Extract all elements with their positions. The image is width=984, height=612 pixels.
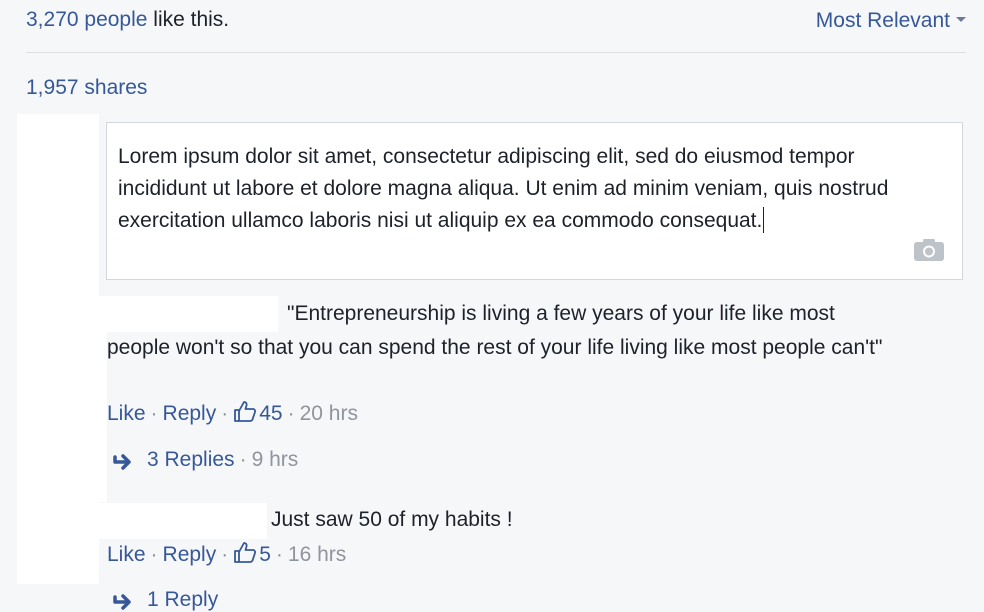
reply-link[interactable]: Reply [163, 402, 217, 425]
comment-text: Just saw 50 of my habits ! [271, 508, 513, 531]
thumbs-up-icon [234, 401, 257, 422]
likes-summary: 3,270 people like this. [26, 8, 229, 32]
comment-actions: Like · Reply · 5 · 16 hrs [107, 540, 346, 567]
comment-time[interactable]: 20 hrs [300, 402, 358, 425]
reaction-count[interactable]: 5 [233, 542, 271, 566]
comment-text-line: "Entrepreneurship is living a few years … [287, 302, 835, 325]
reaction-count[interactable]: 45 [233, 401, 283, 425]
camera-icon[interactable] [914, 239, 944, 261]
author-area [99, 332, 107, 502]
reply-link[interactable]: Reply [163, 543, 217, 566]
view-replies-link[interactable]: 3 Replies [147, 448, 235, 471]
text-cursor [763, 207, 765, 233]
comment-input[interactable]: Lorem ipsum dolor sit amet, consectetur … [118, 141, 908, 237]
replies-row[interactable]: 3 Replies · 9 hrs [113, 448, 298, 472]
comment-column [17, 114, 99, 584]
like-link[interactable]: Like [107, 402, 146, 425]
comment-actions: Like · Reply · 45 · 20 hrs [107, 399, 358, 426]
view-replies-link[interactable]: 1 Reply [147, 588, 218, 611]
likes-count-link[interactable]: 3,270 people [26, 8, 147, 31]
like-link[interactable]: Like [107, 543, 146, 566]
comment-time[interactable]: 16 hrs [288, 543, 346, 566]
replies-row[interactable]: 1 Reply [113, 588, 218, 612]
sort-dropdown[interactable]: Most Relevant [816, 9, 966, 33]
author-area [99, 503, 267, 539]
likes-suffix: like this. [147, 8, 230, 31]
shares-link[interactable]: 1,957 shares [26, 76, 147, 100]
reply-arrow-icon [113, 594, 131, 610]
author-area [99, 296, 278, 332]
thumbs-up-icon [234, 542, 257, 563]
sort-label: Most Relevant [815, 9, 950, 32]
chevron-down-icon [956, 16, 966, 22]
reply-arrow-icon [113, 454, 131, 470]
replies-time[interactable]: 9 hrs [252, 448, 299, 471]
divider [26, 52, 966, 53]
comment-composer[interactable]: Lorem ipsum dolor sit amet, consectetur … [106, 122, 963, 280]
comment-text: people won't so that you can spend the r… [107, 336, 883, 359]
